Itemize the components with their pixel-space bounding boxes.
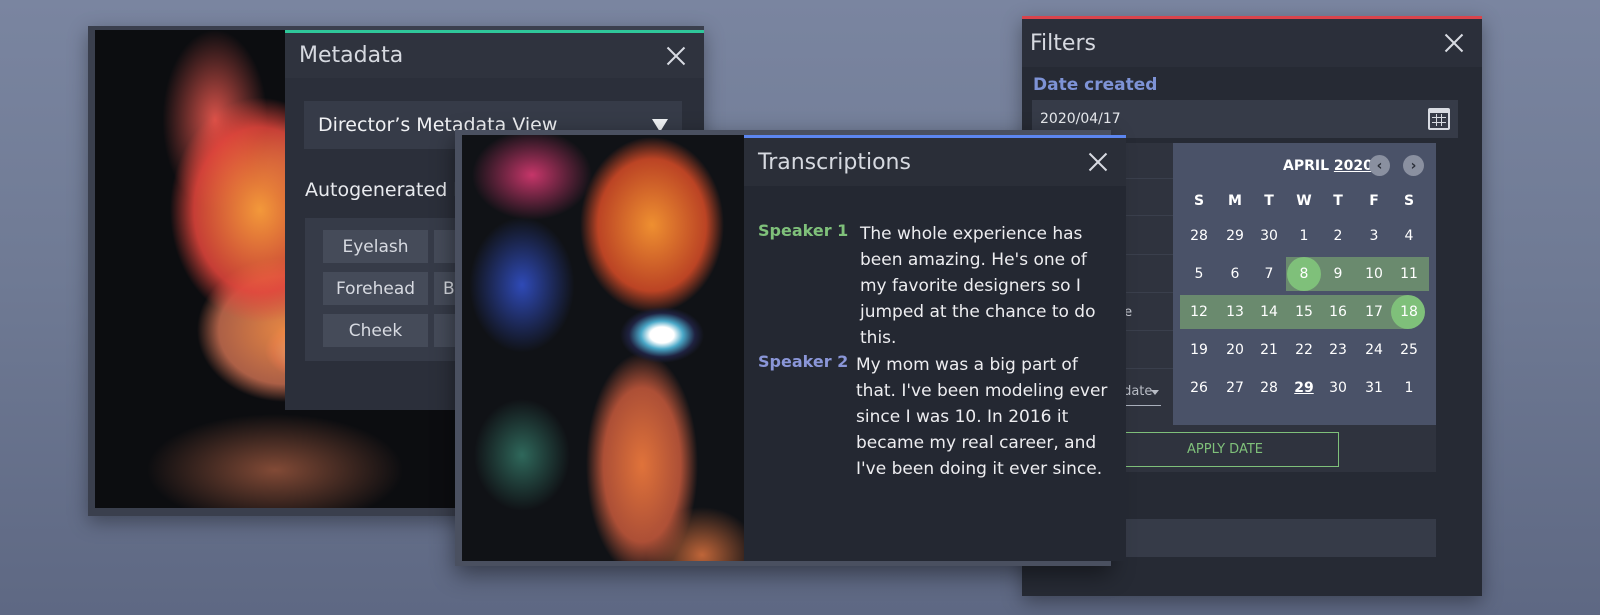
calendar-day[interactable]: 29 <box>1286 371 1322 405</box>
calendar-day[interactable]: 3 <box>1356 219 1392 253</box>
speaker-label: Speaker 2 <box>758 352 849 371</box>
calendar-day[interactable]: 31 <box>1356 371 1392 405</box>
weekday-label: S <box>1403 193 1415 209</box>
calendar-day[interactable]: 30 <box>1320 371 1356 405</box>
calendar-icon[interactable] <box>1428 108 1450 130</box>
calendar-day[interactable]: 22 <box>1286 333 1322 367</box>
calendar-day[interactable]: 27 <box>1217 371 1253 405</box>
weekday-label: T <box>1264 193 1274 209</box>
calendar-day[interactable]: 6 <box>1217 257 1253 291</box>
calendar-day[interactable]: 2 <box>1320 219 1356 253</box>
date-created-label: Date created <box>1033 75 1158 95</box>
metadata-header: Metadata <box>285 33 704 78</box>
calendar-month: APRIL <box>1283 158 1330 174</box>
filters-header: Filters <box>1022 19 1482 67</box>
metadata-title: Metadata <box>299 43 404 68</box>
speaker-label: Speaker 1 <box>758 221 849 240</box>
calendar-day[interactable]: 17 <box>1356 295 1392 329</box>
calendar-day[interactable]: 15 <box>1286 295 1322 329</box>
weekday-label: S <box>1193 193 1205 209</box>
filters-title: Filters <box>1030 30 1096 56</box>
calendar-day[interactable]: 1 <box>1391 371 1427 405</box>
close-icon[interactable] <box>1088 152 1108 172</box>
filter-field[interactable] <box>1111 519 1436 557</box>
keyword-tag[interactable]: Forehead <box>323 272 428 305</box>
calendar-day[interactable]: 30 <box>1251 219 1287 253</box>
date-value: 2020/04/17 <box>1040 111 1121 127</box>
calendar-day[interactable]: 20 <box>1217 333 1253 367</box>
transcriptions-panel: Transcriptions Speaker 1 The whole exper… <box>744 135 1126 561</box>
calendar-day[interactable]: 28 <box>1181 219 1217 253</box>
calendar-day[interactable]: 9 <box>1320 257 1356 291</box>
transcriptions-title: Transcriptions <box>758 149 911 175</box>
calendar-day[interactable]: 25 <box>1391 333 1427 367</box>
calendar-day[interactable]: 4 <box>1391 219 1427 253</box>
calendar-day[interactable]: 28 <box>1251 371 1287 405</box>
calendar-day[interactable]: 19 <box>1181 333 1217 367</box>
calendar-day[interactable]: 21 <box>1251 333 1287 367</box>
calendar-day[interactable]: 26 <box>1181 371 1217 405</box>
transcript-text: My mom was a big part of that. I've been… <box>856 355 1108 479</box>
weekday-label: M <box>1228 193 1242 209</box>
weekday-label: F <box>1369 193 1379 209</box>
next-month-chevron-icon[interactable]: › <box>1403 155 1424 176</box>
calendar-day[interactable]: 8 <box>1286 257 1322 291</box>
calendar-year[interactable]: 2020 <box>1334 158 1373 174</box>
apply-date-button[interactable]: APPLY DATE <box>1111 432 1339 467</box>
calendar-day[interactable]: 10 <box>1356 257 1392 291</box>
calendar-day[interactable]: 16 <box>1320 295 1356 329</box>
transcript-text: The whole experience has been amazing. H… <box>860 224 1096 348</box>
calendar-day[interactable]: 24 <box>1356 333 1392 367</box>
close-icon[interactable] <box>666 46 686 66</box>
weekday-label: W <box>1296 193 1312 209</box>
calendar-day[interactable]: 12 <box>1181 295 1217 329</box>
calendar-day[interactable]: 23 <box>1320 333 1356 367</box>
calendar-day[interactable]: 1 <box>1286 219 1322 253</box>
dropdown-arrow-icon <box>1151 390 1159 395</box>
calendar-month-year: APRIL 2020 <box>1283 158 1373 174</box>
calendar: APRIL 2020 ‹ › S M T W T F S 28 29 30 1 2 3 4 5 6 7 8 9 10 1… <box>1173 143 1436 425</box>
portrait-photo-right <box>462 135 744 561</box>
transcriptions-header: Transcriptions <box>744 138 1126 186</box>
calendar-day[interactable]: 5 <box>1181 257 1217 291</box>
calendar-day[interactable]: 29 <box>1217 219 1253 253</box>
keyword-tag[interactable]: Eyelash <box>323 230 428 263</box>
prev-month-chevron-icon[interactable]: ‹ <box>1369 155 1390 176</box>
calendar-day[interactable]: 11 <box>1391 257 1427 291</box>
calendar-day[interactable]: 14 <box>1251 295 1287 329</box>
calendar-day[interactable]: 18 <box>1391 295 1427 329</box>
close-icon[interactable] <box>1444 33 1464 53</box>
calendar-day[interactable]: 13 <box>1217 295 1253 329</box>
keyword-tag[interactable]: Cheek <box>323 314 428 347</box>
weekday-label: T <box>1333 193 1343 209</box>
calendar-day[interactable]: 7 <box>1251 257 1287 291</box>
